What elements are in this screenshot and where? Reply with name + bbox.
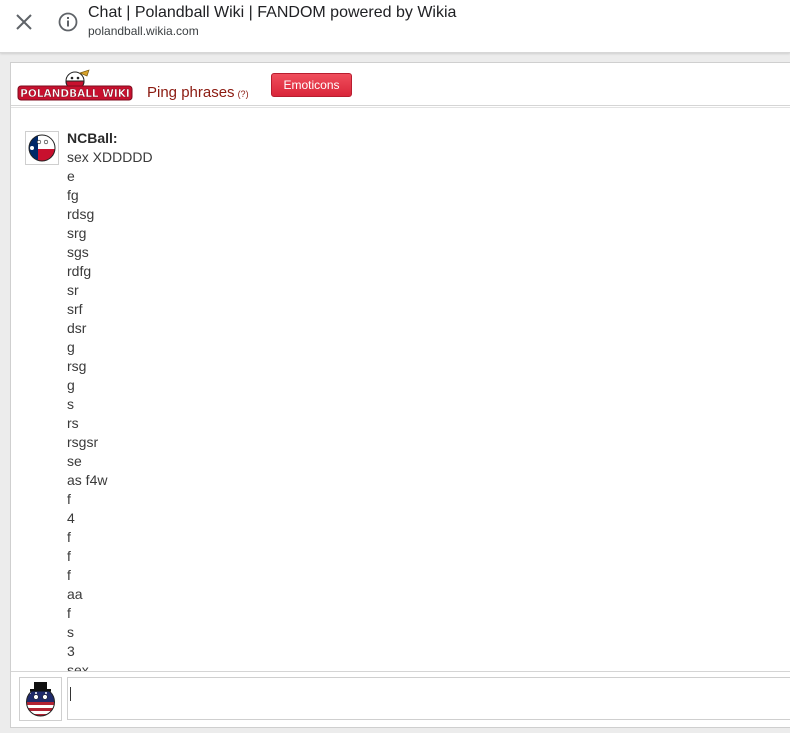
ping-phrases-link[interactable]: Ping phrases (?) bbox=[147, 84, 249, 101]
user-avatar[interactable] bbox=[25, 131, 59, 165]
message-line: g bbox=[67, 339, 75, 355]
message-line: 4 bbox=[67, 510, 75, 526]
message-line: 3 bbox=[67, 643, 75, 659]
logo-text: POLANDBALL WIKI bbox=[20, 88, 130, 100]
ping-phrases-label[interactable]: Ping phrases bbox=[147, 84, 235, 101]
polandball-wiki-logo[interactable]: POLANDBALL WIKI bbox=[17, 68, 133, 102]
message-line: s bbox=[67, 396, 74, 412]
divider bbox=[11, 107, 790, 108]
message-line: rdfg bbox=[67, 263, 92, 279]
message-line: f bbox=[67, 491, 71, 507]
message-username[interactable]: NCBall: bbox=[67, 129, 153, 148]
message-line: f bbox=[67, 529, 71, 545]
message-line: f bbox=[67, 548, 71, 564]
page-url: polandball.wikia.com bbox=[88, 24, 199, 38]
message-line: rdsg bbox=[67, 206, 95, 222]
message-line: f bbox=[67, 605, 71, 621]
self-avatar[interactable] bbox=[19, 677, 62, 721]
message-line: sex XDDDDD bbox=[67, 149, 153, 165]
message-line: srg bbox=[67, 225, 87, 241]
emoticons-button[interactable]: Emoticons bbox=[271, 73, 352, 97]
message-list[interactable]: NCBall: sex XDDDDD e fg rdsg srg sgs rdfg sr srf… bbox=[11, 109, 790, 671]
message-line: sgs bbox=[67, 244, 89, 260]
text-caret bbox=[70, 687, 71, 701]
message-lines: sex XDDDDD e fg rdsg srg sgs rdfg sr srf dsr g rsg g… bbox=[67, 148, 153, 671]
message-line: srf bbox=[67, 301, 83, 317]
message-line: sr bbox=[67, 282, 79, 298]
message-line: e bbox=[67, 168, 75, 184]
message: NCBall: sex XDDDDD e fg rdsg srg sgs rdfg sr srf… bbox=[67, 129, 153, 671]
message-line: se bbox=[67, 453, 82, 469]
message-line: dsr bbox=[67, 320, 87, 336]
message-line: rsgsr bbox=[67, 434, 99, 450]
message-line: rsg bbox=[67, 358, 87, 374]
browser-top-bar: Chat | Polandball Wiki | FANDOM powered … bbox=[0, 0, 790, 53]
page-title: Chat | Polandball Wiki | FANDOM powered … bbox=[88, 4, 457, 21]
chat-window: POLANDBALL WIKI Ping phrases (?) Emoticon… bbox=[10, 62, 790, 728]
message-input[interactable] bbox=[67, 677, 790, 720]
message-line: s bbox=[67, 624, 74, 640]
chat-header: POLANDBALL WIKI Ping phrases (?) Emoticon… bbox=[11, 63, 790, 106]
ping-help-link[interactable]: (?) bbox=[238, 89, 249, 99]
message-line: rs bbox=[67, 415, 79, 431]
message-line: aa bbox=[67, 586, 83, 602]
message-line: f bbox=[67, 567, 71, 583]
chat-input-area bbox=[11, 671, 790, 728]
info-icon[interactable] bbox=[57, 11, 79, 33]
message-line: as f4w bbox=[67, 472, 108, 488]
message-line: g bbox=[67, 377, 75, 393]
close-icon[interactable] bbox=[12, 10, 36, 34]
message-line: sex bbox=[67, 662, 89, 671]
message-line: fg bbox=[67, 187, 79, 203]
